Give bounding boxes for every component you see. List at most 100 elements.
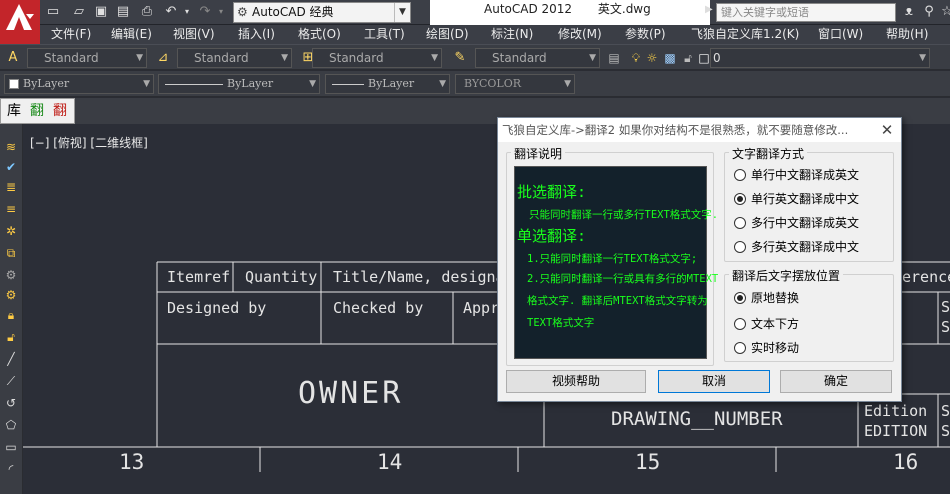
layer-lock-icon[interactable]: 🔒︎ <box>2 306 20 324</box>
redo-dropdown-icon[interactable]: ▾ <box>212 3 230 21</box>
construction-line-icon[interactable]: ⟋ <box>2 372 20 390</box>
workspace-select[interactable]: ⚙ AutoCAD 经典 ▼ <box>233 2 411 23</box>
layer-value: 0 <box>713 51 721 65</box>
radio-label: 单行英文翻译成中文 <box>751 192 860 206</box>
undo-dropdown-icon[interactable]: ▾ <box>178 3 196 21</box>
text-style-select[interactable]: Standard ▼ <box>27 48 147 68</box>
menu-help[interactable]: 帮助(H) <box>886 25 928 44</box>
menu-parametric[interactable]: 参数(P) <box>625 25 666 44</box>
radio-label: 原地替换 <box>751 291 800 305</box>
chevron-down-icon: ▼ <box>439 79 446 89</box>
menu-edit[interactable]: 编辑(E) <box>111 25 152 44</box>
sun-icon[interactable]: ☼ <box>644 48 660 68</box>
plugin-toolbar: 库 翻 翻 <box>0 98 75 124</box>
save-icon[interactable]: ▣ <box>92 3 110 21</box>
padlock-icon[interactable]: 🔓︎ <box>680 48 696 68</box>
video-help-button[interactable]: 视频帮助 <box>506 370 646 393</box>
radio-button-checked[interactable] <box>734 193 746 205</box>
cancel-button[interactable]: 取消 <box>658 370 770 393</box>
translate1-button[interactable]: 翻 <box>27 101 47 121</box>
layer-manager-icon[interactable]: ▤ <box>606 48 622 68</box>
menu-file[interactable]: 文件(F) <box>51 25 91 44</box>
open-folder-icon[interactable]: ▱ <box>70 3 88 21</box>
menu-tools[interactable]: 工具(T) <box>364 25 405 44</box>
menu-dimension[interactable]: 标注(N) <box>491 25 533 44</box>
layer-select[interactable]: 0 ▼ <box>710 48 930 68</box>
text-style-icon[interactable]: A <box>3 48 23 68</box>
drawing-number-text: DRAWING__NUMBER <box>611 408 783 430</box>
menu-modify[interactable]: 修改(M) <box>558 25 602 44</box>
plotstyle-select[interactable]: BYCOLOR ▼ <box>455 74 575 94</box>
file-name: 英文.dwg <box>597 2 651 16</box>
menu-insert[interactable]: 插入(I) <box>238 25 275 44</box>
polygon-tool-icon[interactable]: ⬠ <box>2 416 20 434</box>
layer-walk-icon[interactable]: ≡ <box>2 200 20 218</box>
radio-button[interactable] <box>734 241 746 253</box>
menu-draw[interactable]: 绘图(D) <box>426 25 469 44</box>
linetype-select[interactable]: ByLayer ▼ <box>158 74 320 94</box>
save-as-icon[interactable]: ▤ <box>114 3 132 21</box>
radio-button[interactable] <box>734 217 746 229</box>
header-quantity: Quantity <box>245 268 318 286</box>
user-icon[interactable]: ⚲ <box>920 3 938 21</box>
desc-line: TEXT格式文字 <box>527 317 595 329</box>
chevron-down-icon: ▼ <box>309 79 316 89</box>
dim-style-select[interactable]: Standard ▼ <box>177 48 292 68</box>
radio-label: 单行中文翻译成英文 <box>751 168 860 182</box>
mleader-style-icon[interactable]: ✎ <box>450 48 470 68</box>
desc-line: 1.只能同时翻译一行TEXT格式文字; <box>527 253 698 265</box>
menu-window[interactable]: 窗口(W) <box>818 25 863 44</box>
layer-tool-icon[interactable]: ≋ <box>2 138 20 156</box>
layer-merge-icon[interactable]: ⚙ <box>2 286 20 304</box>
layer-lock-icon[interactable]: ▩ <box>662 48 678 68</box>
layer-iso-icon[interactable]: ⧉ <box>2 244 20 262</box>
print-icon[interactable]: ⎙ <box>138 3 156 21</box>
library-button[interactable]: 库 <box>4 101 24 121</box>
lightbulb-icon[interactable]: 💡︎ <box>628 48 644 68</box>
logo-a-cut <box>14 17 24 30</box>
edition-label: Edition <box>864 402 928 420</box>
close-icon[interactable]: ✕ <box>879 118 895 142</box>
checked-by-label: Checked by <box>333 299 424 317</box>
menu-feilang-library[interactable]: 飞狼自定义库1.2(K) <box>691 25 799 44</box>
arc-tool-icon[interactable]: ◜ <box>2 460 20 478</box>
mleader-style-select[interactable]: Standard ▼ <box>475 48 600 68</box>
radio-label: 文本下方 <box>751 317 800 331</box>
radio-button[interactable] <box>734 342 746 354</box>
ruler-number: 14 <box>377 450 403 474</box>
radio-button[interactable] <box>734 318 746 330</box>
ok-button[interactable]: 确定 <box>780 370 892 393</box>
translate2-button[interactable]: 翻 <box>50 101 70 121</box>
dim-style-icon[interactable]: ⊿ <box>153 48 173 68</box>
styles-toolbar: A Standard ▼ ⊿ Standard ▼ ⊞ Standard ▼ ✎… <box>0 44 950 70</box>
new-file-icon[interactable]: ▭ <box>44 3 62 21</box>
color-swatch <box>9 79 19 89</box>
polyline-tool-icon[interactable]: ↺ <box>2 394 20 412</box>
star-icon[interactable]: ☆ <box>938 3 950 21</box>
lineweight-select[interactable]: ByLayer ▼ <box>325 74 450 94</box>
search-input[interactable]: 键入关键字或短语 <box>716 3 896 22</box>
header-itemref: Itemref <box>167 268 231 286</box>
menu-view[interactable]: 视图(V) <box>173 25 215 44</box>
layer-unlock-icon[interactable]: 🔓︎ <box>2 328 20 346</box>
layer-state-icon[interactable]: ≣ <box>2 178 20 196</box>
line-tool-icon[interactable]: ╱ <box>2 350 20 368</box>
color-value: ByLayer <box>23 77 70 90</box>
binoculars-icon[interactable]: ᴥ <box>900 3 918 21</box>
layer-delete-icon[interactable]: ⚙ <box>2 266 20 284</box>
search-placeholder: 键入关键字或短语 <box>721 6 809 19</box>
draw-toolbar: ≋ ✔ ≣ ≡ ✲ ⧉ ⚙ ⚙ 🔒︎ 🔓︎ ╱ ⟋ ↺ ⬠ ▭ ◜ <box>0 124 23 494</box>
menu-format[interactable]: 格式(O) <box>298 25 341 44</box>
text-position-group <box>724 274 894 362</box>
table-style-select[interactable]: Standard ▼ <box>312 48 442 68</box>
color-select[interactable]: ByLayer ▼ <box>4 74 154 94</box>
autocad-logo[interactable] <box>0 0 40 44</box>
check-layer-icon[interactable]: ✔ <box>2 158 20 176</box>
dialog-title-bar[interactable]: 飞狼自定义库->翻译2 如果你对结构不是很熟悉，就不要随意修改... <box>498 118 901 142</box>
dialog-title: 飞狼自定义库->翻译2 如果你对结构不是很熟悉，就不要随意修改... <box>502 123 849 137</box>
expand-arrow-icon[interactable]: ▶ <box>705 4 713 15</box>
radio-button[interactable] <box>734 169 746 181</box>
layer-freeze-icon[interactable]: ✲ <box>2 222 20 240</box>
rectangle-tool-icon[interactable]: ▭ <box>2 438 20 456</box>
radio-button-checked[interactable] <box>734 292 746 304</box>
